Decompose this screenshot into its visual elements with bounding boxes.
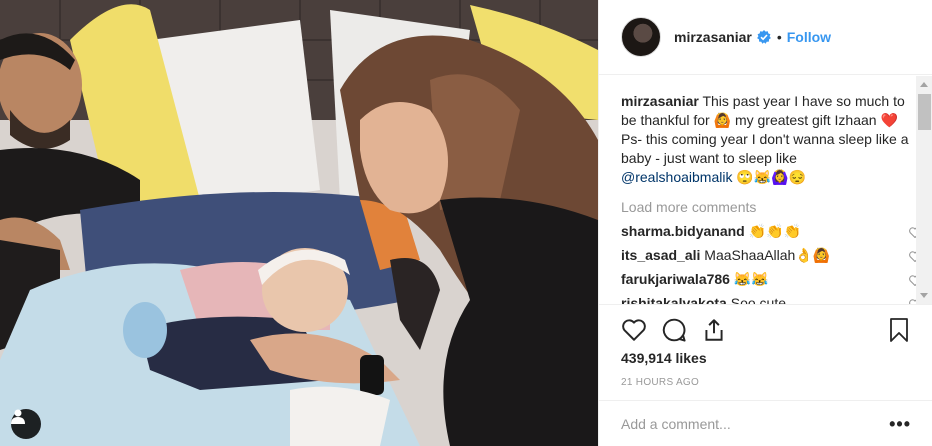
add-comment-bar: ••• [599, 400, 932, 446]
comments-scrollbar[interactable] [916, 76, 932, 304]
comment-username[interactable]: farukjariwala786 [621, 271, 730, 287]
photo-illustration [0, 0, 598, 446]
bookmark-icon[interactable] [887, 317, 911, 343]
likes-count[interactable]: 439,914 likes [621, 350, 707, 366]
caption-emoji-1: 🙆 [713, 112, 732, 128]
post-side-panel: mirzasaniar • Follow mirzasaniar This pa… [598, 0, 932, 446]
comment-username[interactable]: rishitakalvakota [621, 295, 727, 304]
caption-emoji-3: 🙄😹🙆‍♀️😔 [736, 169, 807, 185]
comment-icon[interactable] [661, 317, 687, 343]
comment-username[interactable]: sharma.bidyanand [621, 223, 745, 239]
comment-text: MaaShaaAllah👌🙆 [704, 247, 831, 263]
author-avatar[interactable] [621, 17, 661, 57]
caption-text-2: my greatest gift Izhaan [734, 112, 877, 128]
header-separator: • [776, 29, 782, 45]
comment-username[interactable]: its_asad_ali [621, 247, 700, 263]
comment-item: sharma.bidyanand 👏👏👏 [621, 223, 921, 239]
scroll-up-arrow-icon[interactable] [920, 82, 928, 87]
post-header: mirzasaniar • Follow [599, 0, 932, 75]
post-caption: mirzasaniar This past year I have so muc… [621, 92, 911, 187]
author-username[interactable]: mirzasaniar [674, 29, 752, 45]
user-tag-icon [11, 409, 25, 424]
user-tag-button[interactable] [11, 409, 41, 439]
caption-mention-link[interactable]: @realshoaibmalik [621, 169, 732, 185]
comment-input[interactable] [621, 416, 890, 432]
share-icon[interactable] [701, 317, 727, 343]
scrollbar-thumb[interactable] [918, 94, 931, 130]
comment-text: 😹😹 [733, 271, 769, 287]
post-photo[interactable] [0, 0, 598, 446]
scroll-down-arrow-icon[interactable] [920, 293, 928, 298]
comments-section[interactable]: mirzasaniar This past year I have so muc… [599, 76, 932, 304]
action-icons [621, 317, 727, 343]
follow-button[interactable]: Follow [787, 29, 831, 45]
verified-badge-icon [756, 30, 771, 44]
more-options-button[interactable]: ••• [889, 414, 911, 435]
comment-text: Soo cute [730, 295, 786, 304]
post-actions: 439,914 likes 21 HOURS AGO ••• [599, 304, 932, 446]
caption-emoji-2: ❤️ [880, 112, 898, 128]
caption-text-3: Ps- this coming year I don't wanna sleep… [621, 131, 909, 166]
caption-username[interactable]: mirzasaniar [621, 93, 699, 109]
comment-item: rishitakalvakota Soo cute [621, 295, 921, 304]
post-timestamp[interactable]: 21 HOURS AGO [621, 377, 699, 388]
comment-item: its_asad_ali MaaShaaAllah👌🙆 [621, 247, 921, 263]
load-more-comments-link[interactable]: Load more comments [621, 199, 911, 215]
comment-text: 👏👏👏 [748, 223, 801, 239]
heart-icon[interactable] [621, 317, 647, 343]
comment-item: farukjariwala786 😹😹 [621, 271, 921, 287]
